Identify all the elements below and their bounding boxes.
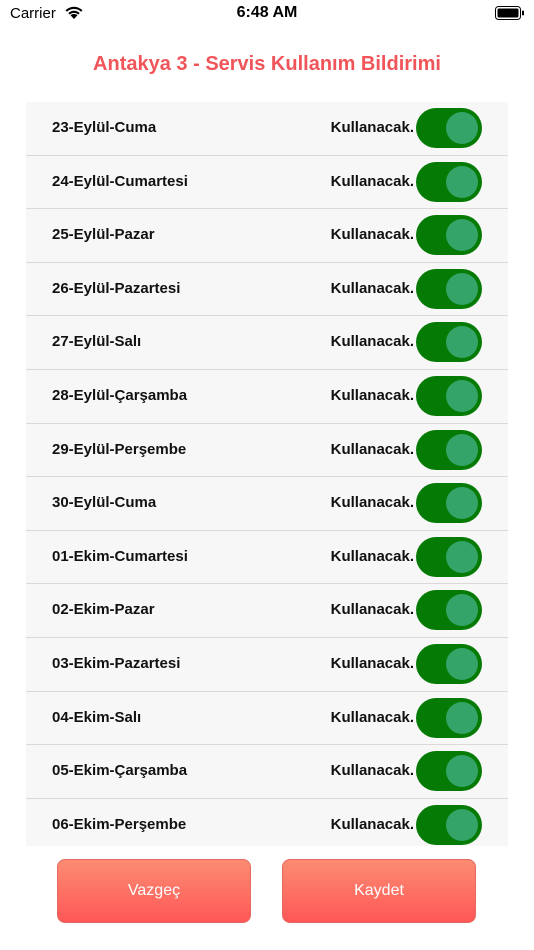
list-item: 30-Eylül-Cuma Kullanacak. [26,477,508,531]
status-time: 6:48 AM [236,4,298,21]
usage-toggle[interactable] [416,268,482,309]
usage-status: Kullanacak. [330,547,414,565]
day-label: 02-Ekim-Pazar [52,601,155,619]
usage-toggle[interactable] [416,643,482,684]
list-item: 23-Eylül-Cuma Kullanacak. [26,102,508,156]
usage-status: Kullanacak. [330,762,414,780]
day-label: 03-Ekim-Pazartesi [52,654,181,672]
status-bar: Carrier 6:48 AM [0,0,534,30]
toggle-knob [446,594,478,627]
day-label: 27-Eylül-Salı [52,333,142,351]
day-label: 23-Eylül-Cuma [52,119,157,136]
battery-icon [495,6,525,26]
usage-status: Kullanacak. [330,815,414,833]
toggle-knob [446,487,478,520]
usage-status: Kullanacak. [330,119,414,136]
usage-toggle[interactable] [416,751,482,792]
list-item: 02-Ekim-Pazar Kullanacak. [26,584,508,638]
usage-toggle[interactable] [416,161,482,202]
list-item: 24-Eylül-Cumartesi Kullanacak. [26,156,508,210]
toggle-knob [446,540,478,573]
usage-status: Kullanacak. [330,708,414,726]
page-title: Antakya 3 - Servis Kullanım Bildirimi [93,53,441,75]
toggle-knob [446,272,478,305]
usage-toggle[interactable] [416,483,482,524]
list-item: 01-Ekim-Cumartesi Kullanacak. [26,531,508,585]
usage-status: Kullanacak. [330,226,414,244]
toggle-knob [446,165,478,198]
usage-toggle[interactable] [416,536,482,577]
usage-toggle[interactable] [416,375,482,416]
list-item: 29-Eylül-Perşembe Kullanacak. [26,424,508,478]
usage-status: Kullanacak. [330,654,414,672]
list-item: 28-Eylül-Çarşamba Kullanacak. [26,370,508,424]
day-label: 06-Ekim-Perşembe [52,815,187,833]
usage-status: Kullanacak. [330,440,414,458]
day-label: 26-Eylül-Pazartesi [52,279,181,297]
toggle-knob [446,219,478,252]
list-item: 06-Ekim-Perşembe Kullanacak. [26,799,508,846]
toggle-knob [446,433,478,466]
cancel-button[interactable]: Vazgeç [57,859,251,923]
day-label: 25-Eylül-Pazar [52,226,155,244]
day-label: 24-Eylül-Cumartesi [52,172,188,190]
day-label: 29-Eylül-Perşembe [52,440,187,458]
usage-status: Kullanacak. [330,601,414,619]
day-label: 05-Ekim-Çarşamba [52,762,188,780]
toggle-knob [446,701,478,734]
usage-toggle[interactable] [416,590,482,631]
usage-status: Kullanacak. [330,172,414,190]
day-label: 01-Ekim-Cumartesi [52,547,188,565]
usage-toggle[interactable] [416,108,482,148]
list-item: 05-Ekim-Çarşamba Kullanacak. [26,745,508,799]
list-item: 26-Eylül-Pazartesi Kullanacak. [26,263,508,317]
toggle-knob [446,112,478,144]
toggle-knob [446,808,478,841]
toggle-knob [446,379,478,412]
usage-toggle[interactable] [416,429,482,470]
day-label: 30-Eylül-Cuma [52,494,157,512]
list-item: 04-Ekim-Salı Kullanacak. [26,692,508,746]
list-item: 27-Eylül-Salı Kullanacak. [26,316,508,370]
list-item: 03-Ekim-Pazartesi Kullanacak. [26,638,508,692]
usage-toggle[interactable] [416,215,482,256]
toggle-knob [446,755,478,788]
usage-status: Kullanacak. [330,386,414,404]
usage-status: Kullanacak. [330,333,414,351]
usage-toggle[interactable] [416,322,482,363]
usage-status: Kullanacak. [330,494,414,512]
day-list[interactable]: 23-Eylül-Cuma Kullanacak. 24-Eylül-Cumarte… [26,102,508,846]
usage-status: Kullanacak. [330,279,414,297]
toggle-knob [446,647,478,680]
list-item: 25-Eylül-Pazar Kullanacak. [26,209,508,263]
day-label: 28-Eylül-Çarşamba [52,386,188,404]
toggle-knob [446,326,478,359]
day-label: 04-Ekim-Salı [52,708,142,726]
save-button[interactable]: Kaydet [282,859,476,923]
usage-toggle[interactable] [416,697,482,738]
usage-toggle[interactable] [416,804,482,845]
